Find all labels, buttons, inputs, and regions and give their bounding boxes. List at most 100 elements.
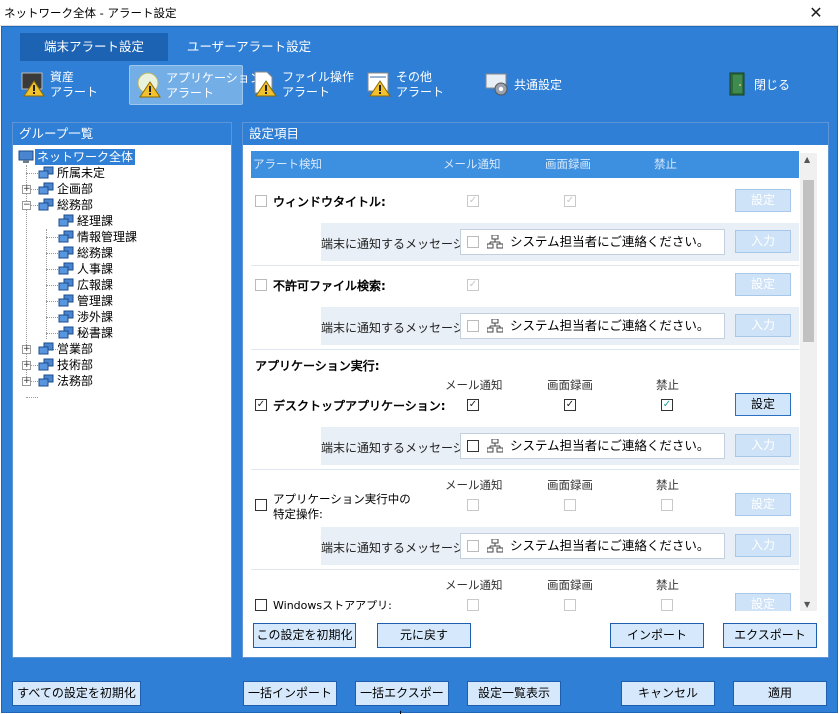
scroll-down-icon[interactable]: ▼ bbox=[804, 600, 810, 609]
close-window-icon[interactable]: ✕ bbox=[793, 0, 839, 26]
common-settings-button[interactable]: 共通設定 bbox=[478, 65, 574, 105]
store-app-checkbox[interactable] bbox=[255, 599, 267, 611]
col-record-label: 画面録画 bbox=[547, 478, 593, 492]
msg-label: 端末に通知するメッセージ: bbox=[321, 441, 469, 455]
title-bar: ネットワーク全体 - アラート設定 ✕ bbox=[0, 0, 839, 26]
forbidden-file-input-button[interactable]: 入力 bbox=[735, 314, 791, 337]
window-title-msg-input[interactable]: システム担当者にご連絡ください。 bbox=[460, 229, 725, 255]
store-app-ban-checkbox[interactable] bbox=[661, 599, 673, 611]
window-title-msg-row: 端末に通知するメッセージ: システム担当者にご連絡ください。 入力 bbox=[321, 223, 799, 261]
asset-alert-button[interactable]: 資産 アラート bbox=[14, 65, 116, 105]
msg-checkbox[interactable] bbox=[467, 540, 479, 552]
window-title-mail-checkbox[interactable]: ✓ bbox=[467, 195, 479, 207]
tab-terminal-alert[interactable]: 端末アラート設定 bbox=[20, 33, 168, 61]
expand-icon[interactable]: + bbox=[22, 345, 31, 354]
forbidden-file-label: 不許可ファイル検索: bbox=[273, 279, 386, 293]
store-app-setting-button[interactable]: 設定 bbox=[735, 593, 791, 611]
other-warning-icon bbox=[367, 72, 391, 97]
tab-user-alert[interactable]: ユーザーアラート設定 bbox=[174, 33, 324, 61]
settings-list-button[interactable]: 設定一覧表示 bbox=[467, 681, 561, 706]
group-icon bbox=[58, 230, 74, 243]
cancel-button[interactable]: キャンセル bbox=[621, 681, 715, 706]
expand-icon[interactable]: + bbox=[22, 361, 31, 370]
close-button[interactable]: 閉じる bbox=[718, 65, 798, 105]
expand-icon[interactable]: + bbox=[22, 185, 31, 194]
group-icon bbox=[38, 166, 54, 179]
scroll-up-icon[interactable]: ▲ bbox=[804, 155, 810, 164]
msg-label: 端末に通知するメッセージ: bbox=[321, 321, 469, 335]
expand-icon[interactable]: + bbox=[22, 377, 31, 386]
group-icon bbox=[58, 262, 74, 275]
file-ops-alert-button[interactable]: ファイル操作 アラート bbox=[246, 65, 356, 105]
forbidden-file-msg-input[interactable]: システム担当者にご連絡ください。 bbox=[460, 313, 725, 339]
desktop-app-checkbox[interactable]: ✓ bbox=[255, 399, 267, 411]
specific-op-input-button[interactable]: 入力 bbox=[735, 534, 791, 557]
col-ban-label: 禁止 bbox=[656, 578, 679, 592]
tree-label: 管理課 bbox=[77, 294, 114, 308]
group-icon bbox=[38, 182, 54, 195]
export-button[interactable]: エクスポート bbox=[723, 623, 817, 648]
specific-op-label-1: アプリケーション実行中の bbox=[273, 492, 411, 506]
msg-text: システム担当者にご連絡ください。 bbox=[510, 538, 710, 553]
network-tree-icon bbox=[487, 439, 503, 453]
forbidden-file-setting-button[interactable]: 設定 bbox=[735, 273, 791, 296]
main-frame: 端末アラート設定 ユーザーアラート設定 資産 アラート アプリケーション アラー… bbox=[1, 26, 838, 714]
specific-op-setting-button[interactable]: 設定 bbox=[735, 493, 791, 516]
specific-op-ban-checkbox[interactable] bbox=[661, 499, 673, 511]
desktop-app-label: デスクトップアプリケーション: bbox=[273, 399, 446, 413]
reset-setting-button[interactable]: この設定を初期化 bbox=[253, 623, 356, 648]
bulk-import-button[interactable]: 一括インポート bbox=[243, 681, 337, 706]
asset-warning-icon bbox=[21, 72, 45, 97]
common-settings-label: 共通設定 bbox=[514, 78, 563, 92]
desktop-app-setting-button[interactable]: 設定 bbox=[735, 393, 791, 416]
desktop-app-record-checkbox[interactable]: ✓ bbox=[564, 399, 576, 411]
store-app-record-checkbox[interactable] bbox=[564, 599, 576, 611]
import-button[interactable]: インポート bbox=[610, 623, 704, 648]
msg-checkbox[interactable] bbox=[467, 236, 479, 248]
desktop-app-input-button[interactable]: 入力 bbox=[735, 434, 791, 457]
application-alert-label-2: アラート bbox=[166, 86, 215, 100]
tree-label: 技術部 bbox=[57, 358, 94, 372]
exit-door-icon bbox=[729, 72, 745, 96]
msg-checkbox[interactable] bbox=[467, 440, 479, 452]
group-icon bbox=[58, 294, 74, 307]
window-title-record-checkbox[interactable]: ✓ bbox=[564, 195, 576, 207]
reset-all-button[interactable]: すべての設定を初期化 bbox=[12, 681, 141, 706]
undo-button[interactable]: 元に戻す bbox=[377, 623, 471, 648]
col-ban-label: 禁止 bbox=[656, 478, 679, 492]
window-title-input-button[interactable]: 入力 bbox=[735, 230, 791, 253]
file-ops-alert-label-1: ファイル操作 bbox=[282, 70, 355, 84]
group-panel: グループ一覧 ネットワーク全体 所属未定 + 企画部 − 総務部 経理課 情報管… bbox=[12, 122, 232, 658]
settings-scrollbar[interactable]: ▲ ▼ bbox=[800, 153, 817, 611]
window-title-checkbox[interactable] bbox=[255, 195, 267, 207]
desktop-app-mail-checkbox[interactable]: ✓ bbox=[467, 399, 479, 411]
header-detect: アラート検知 bbox=[253, 157, 322, 171]
msg-text: システム担当者にご連絡ください。 bbox=[510, 438, 710, 453]
bulk-export-button[interactable]: 一括エクスポート bbox=[355, 681, 449, 714]
msg-checkbox[interactable] bbox=[467, 320, 479, 332]
collapse-icon[interactable]: − bbox=[22, 201, 31, 210]
apply-button[interactable]: 適用 bbox=[733, 681, 827, 706]
window-title-setting-button[interactable]: 設定 bbox=[735, 189, 791, 212]
col-ban-label: 禁止 bbox=[656, 378, 679, 392]
desktop-app-msg-input[interactable]: システム担当者にご連絡ください。 bbox=[460, 433, 725, 459]
application-alert-button[interactable]: アプリケーション アラート bbox=[129, 65, 262, 105]
tree-label: ネットワーク全体 bbox=[35, 149, 136, 165]
scroll-thumb[interactable] bbox=[803, 180, 814, 342]
specific-op-mail-checkbox[interactable] bbox=[467, 499, 479, 511]
other-alert-button[interactable]: その他 アラート bbox=[360, 65, 456, 105]
specific-op-checkbox[interactable] bbox=[255, 499, 267, 511]
specific-op-msg-input[interactable]: システム担当者にご連絡ください。 bbox=[460, 533, 725, 559]
store-app-mail-checkbox[interactable] bbox=[467, 599, 479, 611]
gear-icon bbox=[485, 73, 508, 96]
desktop-app-ban-checkbox[interactable]: ✓ bbox=[661, 399, 673, 411]
forbidden-file-mail-checkbox[interactable]: ✓ bbox=[467, 279, 479, 291]
settings-header: アラート検知 メール通知 画面録画 禁止 bbox=[251, 151, 799, 178]
specific-op-record-checkbox[interactable] bbox=[564, 499, 576, 511]
group-tree: ネットワーク全体 所属未定 + 企画部 − 総務部 経理課 情報管理課 総務課 … bbox=[17, 149, 229, 399]
group-icon bbox=[58, 278, 74, 291]
forbidden-file-checkbox[interactable] bbox=[255, 279, 267, 291]
network-tree-icon bbox=[487, 235, 503, 249]
tree-label: 企画部 bbox=[57, 182, 94, 196]
group-panel-title: グループ一覧 bbox=[13, 123, 231, 145]
